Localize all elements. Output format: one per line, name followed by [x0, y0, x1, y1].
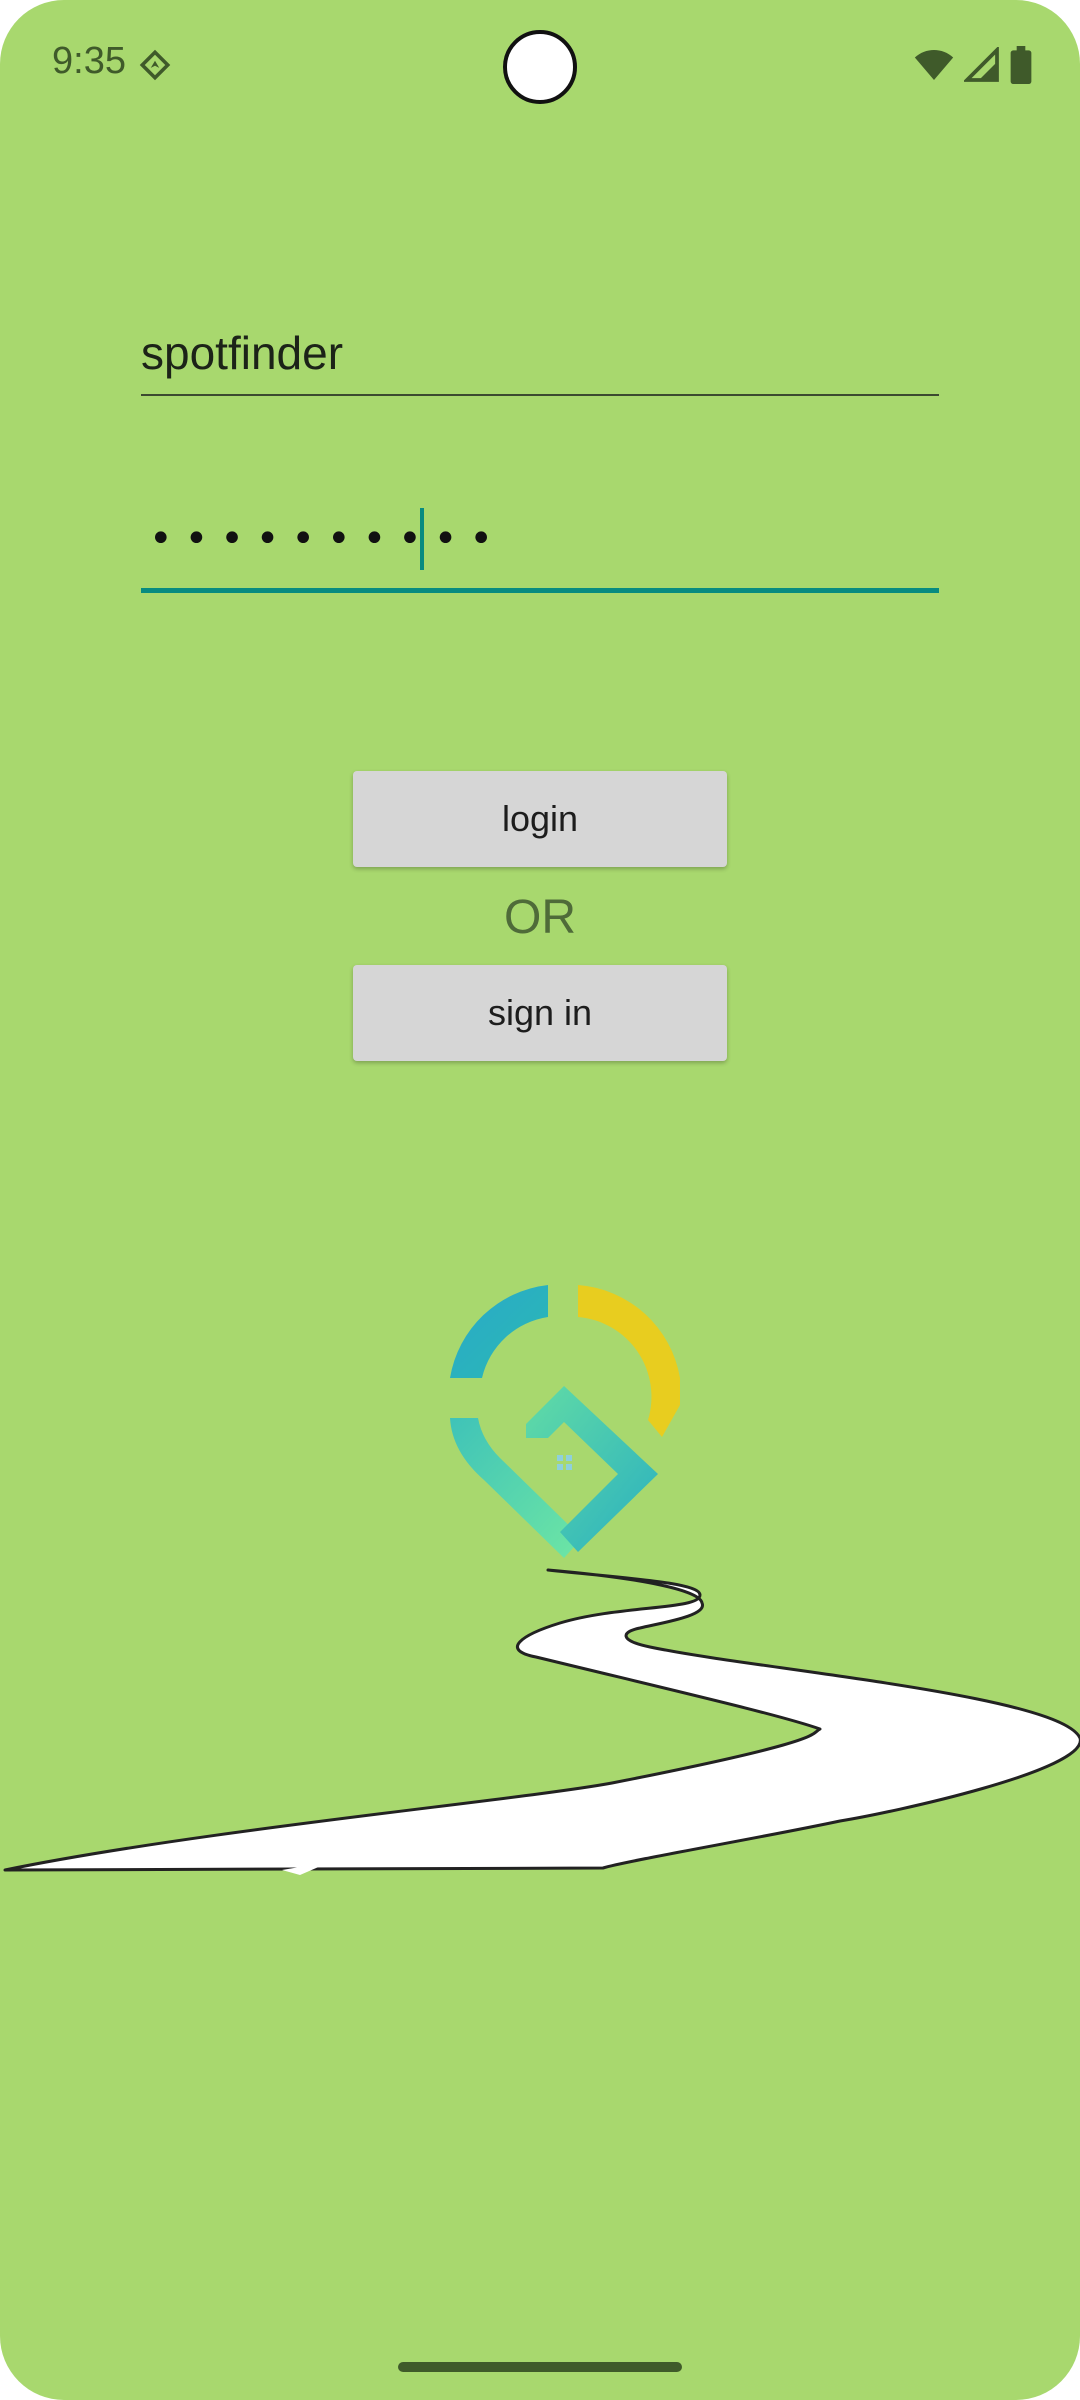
password-input-text: •••••••••• [149, 516, 505, 562]
login-screen: 9:35 spotfinder •••••••••• login OR sign… [0, 0, 1080, 2400]
username-field[interactable]: spotfinder [141, 310, 939, 396]
road-illustration [3, 1568, 1080, 1872]
status-time: 9:35 [52, 40, 126, 82]
or-separator: OR [504, 891, 576, 944]
status-icons [914, 44, 1032, 86]
status-bar: 9:35 [0, 0, 1080, 130]
cell-signal-icon [964, 47, 999, 82]
camera-cutout [503, 30, 577, 104]
home-indicator[interactable] [398, 2362, 682, 2372]
text-cursor [420, 508, 424, 570]
sign-in-button[interactable]: sign in [353, 965, 727, 1061]
username-input-text: spotfinder [141, 327, 344, 379]
wifi-icon [914, 50, 954, 80]
location-pin-logo-icon [450, 1285, 680, 1558]
login-button[interactable]: login [353, 771, 727, 867]
battery-icon [1010, 46, 1032, 84]
app-logo-illustration [3, 1285, 1080, 1875]
location-arrow-icon [139, 49, 171, 81]
password-field[interactable]: •••••••••• [141, 500, 939, 593]
